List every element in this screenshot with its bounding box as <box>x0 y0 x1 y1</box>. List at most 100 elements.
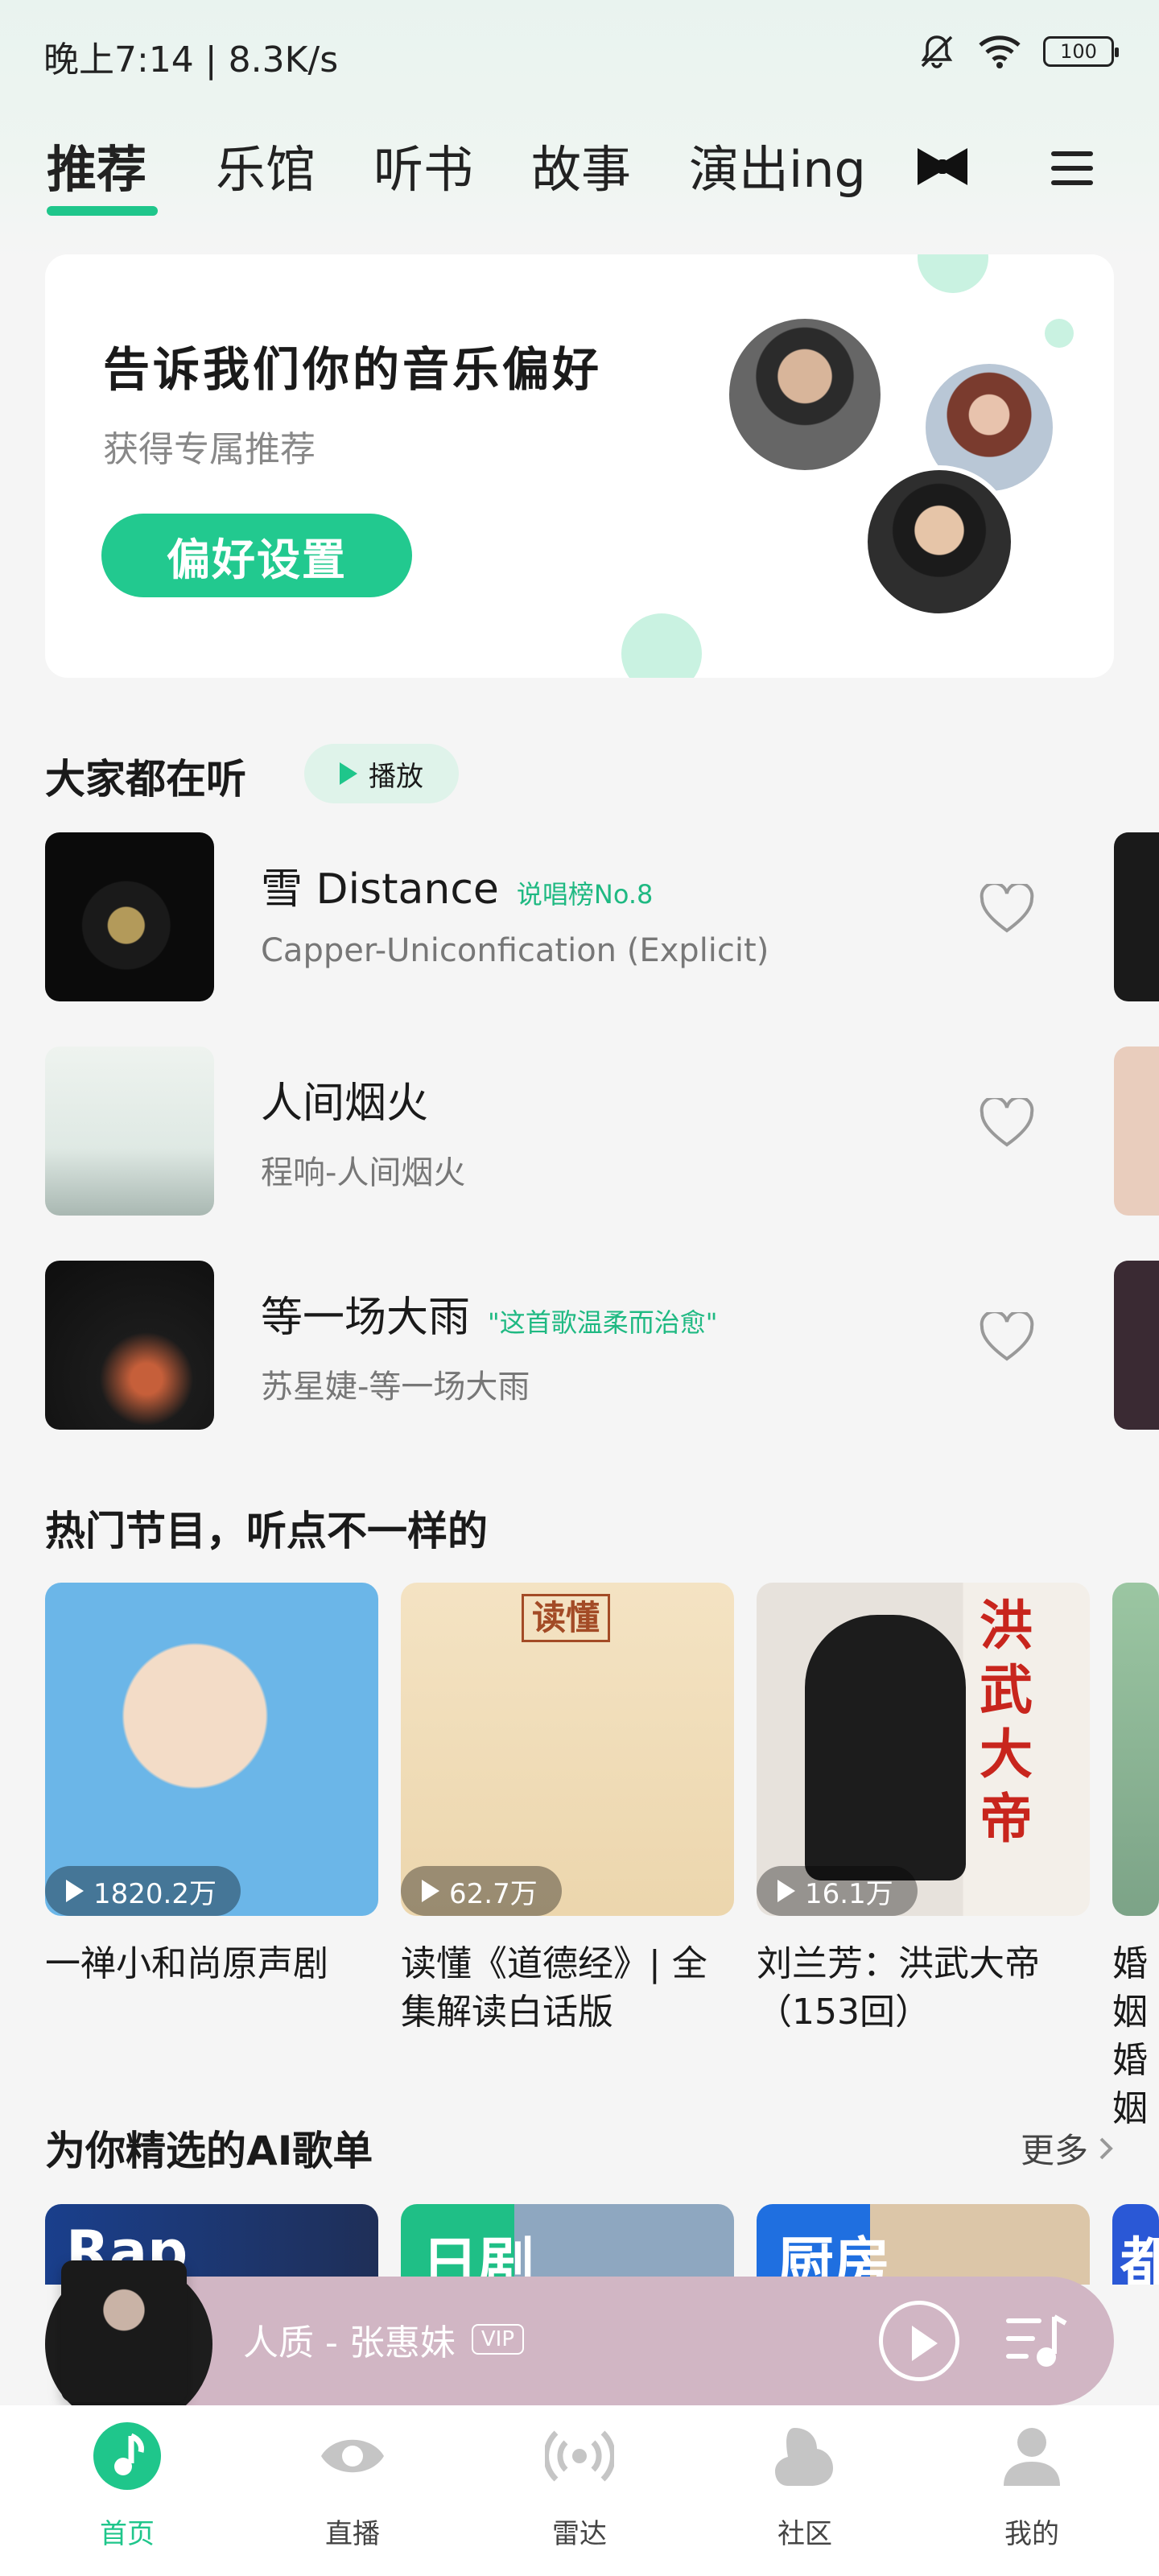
wifi-icon <box>979 35 1021 68</box>
song-tag: 说唱榜No.8 <box>516 879 654 910</box>
program-card[interactable]: 洪武大帝 16.1万 刘兰芳：洪武大帝（153回） <box>757 1583 1090 2037</box>
song-title: 雪 Distance 说唱榜No.8 <box>261 865 654 914</box>
nav-item-community[interactable]: 社区 <box>708 2421 901 2551</box>
tab-performance[interactable]: 演出ing <box>689 129 866 201</box>
chevron-right-icon <box>1099 2137 1113 2159</box>
artist-avatar <box>724 314 885 475</box>
decor-bubble <box>1045 319 1074 348</box>
cover-text: 读懂 <box>522 1594 610 1642</box>
song-artist: 程响-人间烟火 <box>261 1154 466 1191</box>
tab-recommend[interactable]: 推荐 <box>47 129 146 201</box>
ai-playlist-card[interactable]: 都 <box>1112 2204 1159 2285</box>
active-tab-underline <box>47 206 158 216</box>
next-column-cover <box>1114 1046 1159 1216</box>
status-bar: 晚上7:14 | 8.3K/s 100 <box>0 0 1159 105</box>
nav-item-home[interactable]: 首页 <box>31 2421 224 2551</box>
play-count-badge: 16.1万 <box>757 1866 918 1916</box>
song-artist: Capper-Uniconfication (Explicit) <box>261 932 769 969</box>
program-cover: 1820.2万 <box>45 1583 378 1916</box>
playlist-label: 都 <box>1120 2231 1159 2285</box>
artist-avatar <box>863 465 1016 618</box>
favorite-heart-icon[interactable] <box>979 884 1035 935</box>
playlist-icon[interactable] <box>1003 2312 1067 2370</box>
next-column-cover <box>1114 1261 1159 1430</box>
nav-item-profile[interactable]: 我的 <box>935 2421 1128 2551</box>
song-row[interactable]: 等一场大雨 "这首歌温柔而治愈" 苏星婕-等一场大雨 <box>45 1261 1059 1430</box>
profile-icon <box>1004 2428 1060 2486</box>
play-all-label: 播放 <box>369 761 423 792</box>
song-cover <box>45 832 214 1001</box>
song-cover <box>45 1261 214 1430</box>
radar-icon <box>543 2430 616 2482</box>
preference-title: 告诉我们你的音乐偏好 <box>103 342 603 397</box>
nav-label: 社区 <box>777 2518 832 2550</box>
preference-settings-button[interactable]: 偏好设置 <box>101 514 412 597</box>
nav-item-live[interactable]: 直播 <box>256 2421 449 2551</box>
tab-music-hall[interactable]: 乐馆 <box>216 129 316 201</box>
portrait-figure <box>805 1615 966 1880</box>
program-title: 一禅小和尚原声剧 <box>45 1943 328 1984</box>
preference-subtitle: 获得专属推荐 <box>103 429 316 470</box>
status-time: 晚上7:14 | 8.3K/s <box>43 39 339 80</box>
preference-card[interactable]: 告诉我们你的音乐偏好 获得专属推荐 偏好设置 <box>45 254 1114 678</box>
ai-playlist-card[interactable]: 厨房 <box>757 2204 1090 2285</box>
song-cover <box>45 1046 214 1216</box>
menu-icon[interactable] <box>1050 150 1095 187</box>
song-row[interactable]: 人间烟火 程响-人间烟火 <box>45 1046 1059 1216</box>
programs-section-title: 热门节目，听点不一样的 <box>45 1508 488 1554</box>
status-icons: 100 <box>918 32 1119 71</box>
program-card[interactable]: 读懂 62.7万 读懂《道德经》| 全集解读白话版 <box>401 1583 734 2037</box>
play-count-badge: 62.7万 <box>401 1866 562 1916</box>
bow-tie-icon[interactable] <box>916 147 969 187</box>
song-title: 人间烟火 <box>261 1080 429 1128</box>
top-tabs: 推荐 乐馆 听书 故事 演出ing <box>47 129 1125 217</box>
play-icon <box>66 1880 84 1902</box>
favorite-heart-icon[interactable] <box>979 1098 1035 1150</box>
bottom-navigation: 首页 直播 雷达 社区 我的 <box>0 2405 1159 2576</box>
nav-label: 直播 <box>325 2518 380 2550</box>
program-title: 读懂《道德经》| 全集解读白话版 <box>401 1943 707 2033</box>
program-card[interactable]: 婚姻婚姻 <box>1112 1583 1159 2133</box>
listening-section-title: 大家都在听 <box>45 756 246 803</box>
decor-bubble <box>918 254 988 293</box>
song-title: 等一场大雨 "这首歌温柔而治愈" <box>261 1294 718 1342</box>
nav-label: 首页 <box>100 2518 155 2550</box>
program-cover <box>1112 1583 1159 1916</box>
tab-story[interactable]: 故事 <box>531 129 631 201</box>
music-note-icon <box>93 2422 161 2490</box>
nav-label: 我的 <box>1004 2518 1059 2550</box>
next-column-cover <box>1114 832 1159 1001</box>
tab-audiobook[interactable]: 听书 <box>373 129 473 201</box>
ai-playlist-card[interactable]: 日剧 <box>401 2204 734 2285</box>
ai-playlist-section-title: 为你精选的AI歌单 <box>45 2128 373 2174</box>
player-album-cover[interactable] <box>61 2260 187 2402</box>
vip-badge: VIP <box>471 2324 524 2355</box>
decor-bubble <box>621 613 702 678</box>
play-icon <box>777 1880 795 1902</box>
more-link[interactable]: 更多 <box>1021 2124 1114 2173</box>
program-cover: 洪武大帝 16.1万 <box>757 1583 1090 1916</box>
play-all-button[interactable]: 播放 <box>304 744 459 803</box>
program-title: 刘兰芳：洪武大帝（153回） <box>757 1943 1040 2033</box>
favorite-heart-icon[interactable] <box>979 1312 1035 1364</box>
play-icon <box>340 762 357 785</box>
playlist-label: 日剧 <box>422 2231 534 2285</box>
play-icon <box>422 1880 439 1902</box>
song-row[interactable]: 雪 Distance 说唱榜No.8 Capper-Uniconfication … <box>45 832 1059 1001</box>
program-cover: 读懂 62.7万 <box>401 1583 734 1916</box>
cover-text: 洪武大帝 <box>980 1595 1033 1850</box>
play-count-badge: 1820.2万 <box>45 1866 241 1916</box>
nav-item-radar[interactable]: 雷达 <box>483 2421 676 2551</box>
battery-indicator: 100 <box>1043 36 1119 67</box>
program-card[interactable]: 1820.2万 一禅小和尚原声剧 <box>45 1583 378 1988</box>
nav-label: 雷达 <box>552 2518 607 2550</box>
mute-bell-icon <box>921 35 953 68</box>
eye-icon <box>321 2439 384 2473</box>
community-icon <box>775 2428 833 2486</box>
song-tag: "这首歌温柔而治愈" <box>488 1307 718 1338</box>
song-artist: 苏星婕-等一场大雨 <box>261 1368 530 1406</box>
more-label: 更多 <box>1020 2131 1088 2170</box>
playlist-label: 厨房 <box>777 2231 890 2285</box>
play-button[interactable] <box>879 2301 959 2381</box>
program-title: 婚姻婚姻 <box>1112 1943 1148 2129</box>
